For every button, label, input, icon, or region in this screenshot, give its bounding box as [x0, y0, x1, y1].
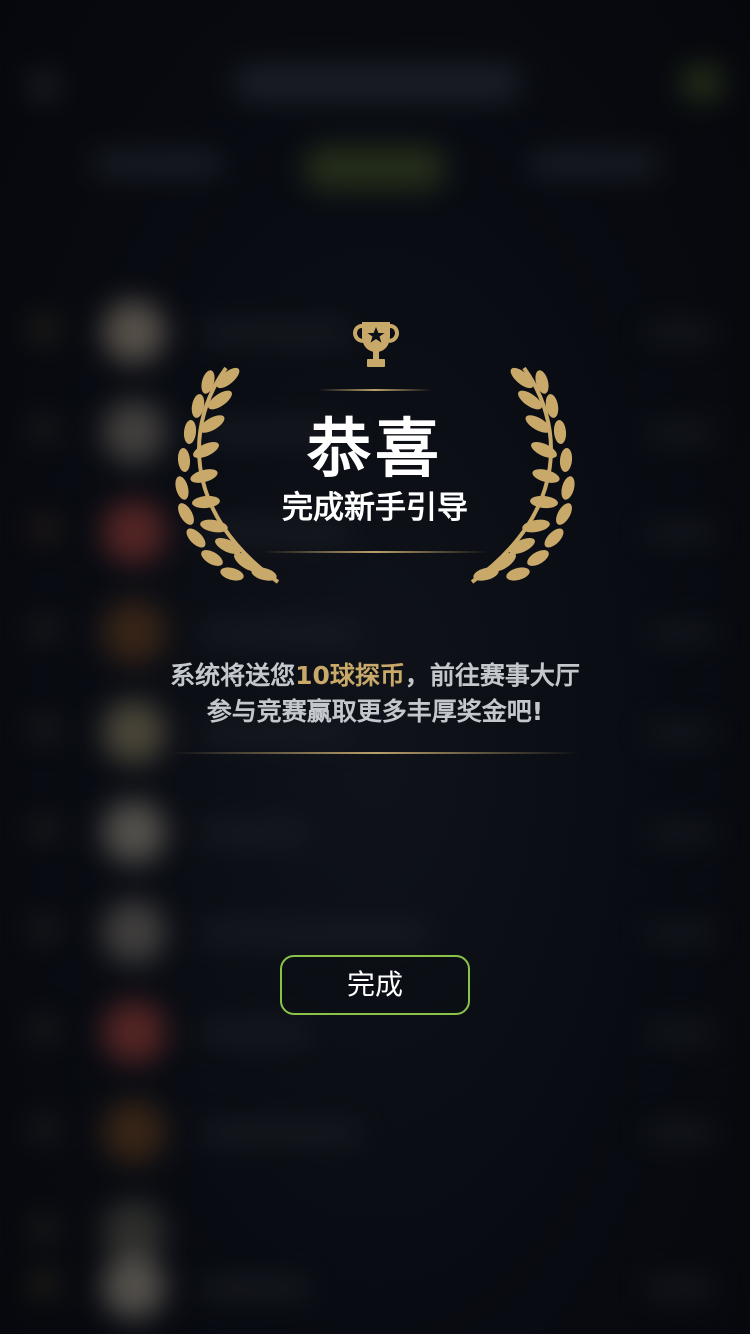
done-button[interactable]: 完成 — [280, 955, 470, 1015]
modal-subtitle: 完成新手引导 — [282, 490, 468, 526]
message-text: 系统将送您 — [170, 661, 296, 690]
reward-message: 系统将送您10球探币，前往赛事大厅 参与竞赛赢取更多丰厚奖金吧! — [0, 658, 750, 730]
reward-message-line1: 系统将送您10球探币，前往赛事大厅 — [0, 658, 750, 694]
modal-title: 恭喜 — [307, 413, 443, 487]
reward-amount: 10球探币 — [295, 661, 405, 690]
trophy-icon — [353, 322, 399, 367]
title-divider-top — [318, 389, 432, 391]
reward-message-line2: 参与竞赛赢取更多丰厚奖金吧! — [206, 697, 544, 726]
message-text: ，前往赛事大厅 — [404, 661, 580, 690]
title-divider-bottom — [262, 551, 488, 553]
message-divider — [170, 752, 580, 754]
reward-screen: 恭喜 完成新手引导 系统将送您10球探币，前往赛事大厅 参与竞赛赢取更多丰厚奖金… — [0, 0, 750, 1334]
completion-modal: 恭喜 完成新手引导 系统将送您10球探币，前往赛事大厅 参与竞赛赢取更多丰厚奖金… — [0, 0, 750, 1334]
